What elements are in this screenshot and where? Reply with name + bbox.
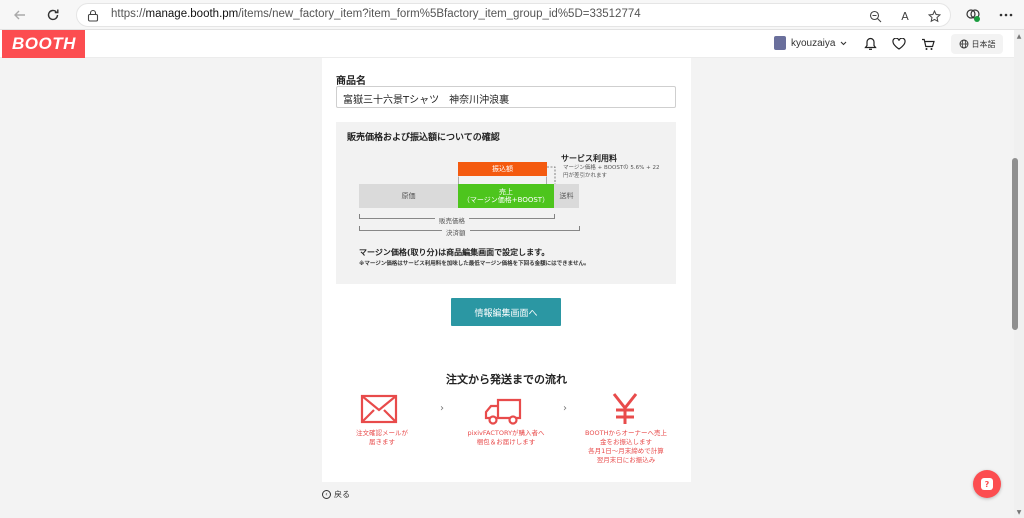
username: kyouzaiya: [791, 37, 836, 49]
scroll-down-icon[interactable]: ▼: [1014, 507, 1024, 517]
service-fee-title: サービス利用料: [561, 154, 617, 163]
globe-icon: [959, 39, 968, 49]
back-circle-icon: ‹: [322, 490, 331, 499]
url-text: https://manage.booth.pm/items/new_factor…: [111, 8, 641, 20]
url-domain: manage.booth.pm: [145, 8, 239, 20]
user-menu[interactable]: kyouzaiya: [774, 36, 847, 50]
scroll-up-icon[interactable]: ▲: [1014, 31, 1024, 41]
souryou-label: 送料: [559, 192, 574, 200]
favorite-star-icon[interactable]: [926, 8, 942, 24]
service-fee-description: マージン価格 + BOOSTの 5.6% + 22円が差引かれます: [563, 165, 660, 179]
site-header: BOOTH kyouzaiya 日本語: [0, 30, 1014, 58]
confirm-title: 販売価格および振込額についての確認: [347, 133, 500, 143]
hanbai-kakaku-label: 販売価格: [435, 215, 469, 225]
uriage-bar: 売上 （マージン価格+BOOST）: [458, 184, 554, 208]
margin-subnote: ※マージン価格はサービス利用料を加味した最低マージン価格を下回る金額にはできませ…: [359, 261, 590, 267]
uriage-label: 売上: [499, 188, 513, 196]
extension-icon[interactable]: [964, 6, 982, 24]
genka-bar: 原価: [359, 184, 458, 208]
reload-icon[interactable]: [43, 5, 63, 25]
read-aloud-label: A: [901, 9, 909, 23]
back-link[interactable]: ‹ 戻る: [322, 489, 350, 500]
scrollbar-thumb[interactable]: [1012, 158, 1018, 330]
uriage-sublabel: （マージン価格+BOOST）: [462, 196, 550, 204]
kessai-gaku-label: 決済額: [442, 227, 470, 237]
browser-toolbar: https://manage.booth.pm/items/new_factor…: [0, 0, 1024, 30]
chevron-down-icon: [841, 41, 847, 45]
cart-icon[interactable]: [920, 36, 936, 52]
price-confirmation-panel: 販売価格および振込額についての確認 振込額 サービス利用料 マージン価格 + B…: [336, 122, 676, 284]
furikomi-bar: 振込額: [458, 162, 547, 176]
zoom-out-icon[interactable]: [867, 8, 883, 24]
furikomi-label: 振込額: [492, 165, 513, 173]
help-button[interactable]: ?: [973, 470, 1001, 498]
flow-step-1-text: 注文確認メールが 届きます: [356, 429, 408, 446]
flow-step-3-text: BOOTHからオーナーへ売上 金をお振込します 各月1日〜月末締めで計算 翌月末…: [585, 429, 667, 464]
lock-icon[interactable]: [87, 9, 99, 22]
read-aloud-icon[interactable]: A: [897, 8, 913, 24]
flow-arrow-2: ›: [563, 403, 567, 414]
edit-info-button[interactable]: 情報編集画面へ: [451, 298, 561, 326]
genka-label: 原価: [401, 192, 416, 200]
price-brackets: [359, 214, 580, 231]
margin-note: マージン価格(取り分)は商品編集画面で設定します。: [359, 248, 550, 257]
more-menu-icon[interactable]: [997, 6, 1015, 24]
flow-title: 注文から発送までの流れ: [446, 373, 567, 386]
item-name-label: 商品名: [336, 76, 366, 87]
souryou-bar: 送料: [554, 184, 579, 208]
language-label: 日本語: [971, 39, 996, 49]
url-path: /items/new_factory_item?item_form%5Bfact…: [238, 8, 641, 20]
address-bar[interactable]: https://manage.booth.pm/items/new_factor…: [76, 3, 951, 27]
bell-icon[interactable]: [862, 36, 878, 52]
flow-arrow-1: ›: [440, 403, 444, 414]
flow-step-2-text: pixivFACTORYが購入者へ 梱包＆お届けします: [467, 429, 545, 446]
url-prefix: https://: [111, 8, 146, 20]
item-form-card: 商品名 富嶽三十六景Tシャツ 神奈川沖浪裏 販売価格および振込額についての確認 …: [322, 58, 691, 482]
booth-logo[interactable]: BOOTH: [2, 30, 85, 58]
yen-icon: [612, 393, 638, 424]
back-label: 戻る: [334, 490, 350, 499]
avatar: [774, 36, 786, 50]
heart-icon[interactable]: [891, 36, 907, 52]
booth-logo-text: BOOTH: [12, 34, 76, 53]
truck-icon: [484, 398, 522, 425]
item-name-input[interactable]: 富嶽三十六景Tシャツ 神奈川沖浪裏: [336, 86, 676, 108]
language-button[interactable]: 日本語: [951, 34, 1003, 54]
help-icon: ?: [981, 478, 993, 490]
back-arrow-icon[interactable]: [10, 5, 30, 25]
mail-icon: [360, 394, 398, 424]
